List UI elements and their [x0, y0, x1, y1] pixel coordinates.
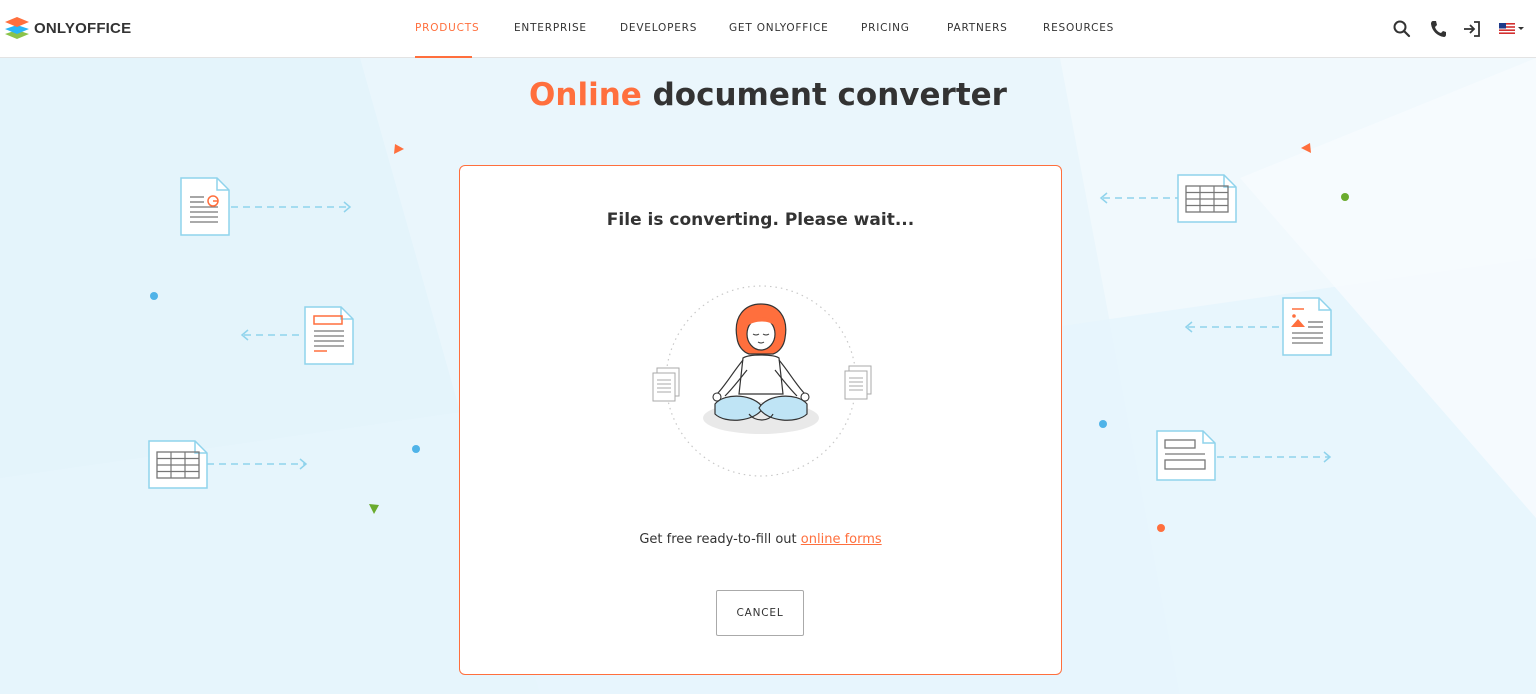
us-flag-icon[interactable] [1499, 23, 1527, 35]
orange-triangle-decoration [394, 144, 404, 154]
logo-text: ONLYOFFICE [34, 19, 132, 37]
meditating-woman-illustration [652, 285, 872, 477]
nav-partners[interactable]: PARTNERS [947, 22, 1008, 34]
green-dot-decoration [1341, 193, 1349, 201]
nav-developers[interactable]: DEVELOPERS [620, 22, 697, 34]
arrow-left-icon [1184, 321, 1280, 333]
arrow-right-icon [207, 458, 308, 470]
document-file-icon [304, 306, 354, 365]
page-title: Online document converter [0, 77, 1536, 113]
blue-dot-decoration [1099, 420, 1107, 428]
spreadsheet-file-icon [1177, 174, 1237, 223]
spreadsheet-file-icon [148, 440, 208, 489]
nav-pricing[interactable]: PRICING [861, 22, 910, 34]
nav-get-onlyoffice[interactable]: GET ONLYOFFICE [729, 22, 829, 34]
online-forms-link[interactable]: online forms [801, 532, 882, 547]
conversion-status: File is converting. Please wait... [606, 210, 915, 230]
onlyoffice-logo-icon [5, 17, 29, 39]
image-document-file-icon [1282, 297, 1332, 356]
arrow-right-icon [231, 201, 352, 213]
small-document-icon [652, 367, 680, 402]
top-navigation-bar: ONLYOFFICE PRODUCTS ENTERPRISE DEVELOPER… [0, 0, 1536, 58]
title-rest: document converter [652, 77, 1007, 113]
nav-enterprise[interactable]: ENTERPRISE [514, 22, 587, 34]
small-document-icon [844, 365, 872, 400]
onlyoffice-logo[interactable]: ONLYOFFICE [4, 16, 131, 40]
arrow-right-icon [1217, 451, 1332, 463]
active-nav-indicator [415, 56, 472, 58]
nav-resources[interactable]: RESOURCES [1043, 22, 1114, 34]
presentation-file-icon [180, 177, 230, 236]
orange-dot-decoration [1157, 524, 1165, 532]
title-accent: Online [529, 77, 642, 113]
green-triangle-decoration [369, 504, 379, 514]
cancel-button[interactable]: CANCEL [716, 590, 804, 636]
blue-dot-decoration [150, 292, 158, 300]
form-file-icon [1156, 430, 1216, 481]
promo-text: Get free ready-to-fill out online forms [460, 532, 1061, 547]
arrow-left-icon [240, 329, 304, 341]
sign-in-icon[interactable] [1462, 19, 1482, 39]
conversion-dialog: File is converting. Please wait... Get f… [459, 165, 1062, 675]
nav-products[interactable]: PRODUCTS [415, 22, 479, 34]
main-nav: PRODUCTS ENTERPRISE DEVELOPERS GET ONLYO… [0, 0, 1536, 58]
promo-label: Get free ready-to-fill out [639, 532, 797, 547]
blue-dot-decoration [412, 445, 420, 453]
arrow-left-icon [1099, 192, 1179, 204]
orange-triangle-decoration [1301, 143, 1311, 153]
search-icon[interactable] [1392, 19, 1412, 39]
phone-icon[interactable] [1429, 19, 1447, 39]
